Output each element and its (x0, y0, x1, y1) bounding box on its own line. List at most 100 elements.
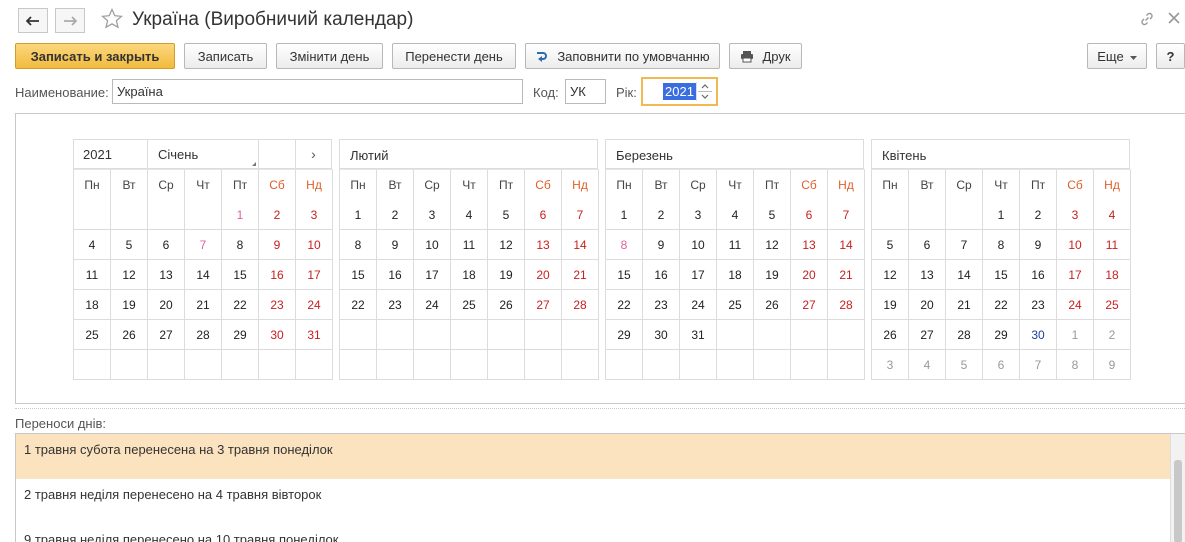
day-cell[interactable]: 3 (680, 200, 717, 230)
day-cell[interactable]: 5 (111, 230, 148, 260)
back-button[interactable] (18, 8, 48, 33)
day-cell[interactable]: 13 (148, 260, 185, 290)
day-cell[interactable]: 21 (946, 290, 983, 320)
favorite-star-icon[interactable] (101, 8, 123, 33)
day-cell[interactable]: 14 (828, 230, 865, 260)
day-cell[interactable]: 11 (1094, 230, 1131, 260)
day-cell[interactable]: 9 (259, 230, 296, 260)
save-and-close-button[interactable]: Записать и закрыть (15, 43, 175, 69)
day-cell[interactable]: 2 (377, 200, 414, 230)
day-cell[interactable]: 17 (296, 260, 333, 290)
day-cell[interactable]: 6 (148, 230, 185, 260)
day-cell[interactable]: 12 (754, 230, 791, 260)
day-cell[interactable]: 27 (525, 290, 562, 320)
day-cell[interactable]: 18 (451, 260, 488, 290)
change-day-button[interactable]: Змінити день (276, 43, 383, 69)
day-cell[interactable]: 23 (377, 290, 414, 320)
day-cell[interactable]: 29 (606, 320, 643, 350)
day-cell[interactable]: 19 (872, 290, 909, 320)
day-cell[interactable]: 17 (1057, 260, 1094, 290)
day-cell[interactable]: 12 (111, 260, 148, 290)
day-cell[interactable]: 1 (222, 200, 259, 230)
day-cell[interactable]: 26 (754, 290, 791, 320)
day-cell[interactable]: 15 (340, 260, 377, 290)
day-cell[interactable]: 30 (1020, 320, 1057, 350)
link-icon[interactable] (1139, 11, 1155, 30)
day-cell[interactable]: 15 (983, 260, 1020, 290)
day-cell[interactable]: 3 (1057, 200, 1094, 230)
day-cell[interactable]: 28 (562, 290, 599, 320)
day-cell[interactable]: 20 (525, 260, 562, 290)
day-cell[interactable]: 15 (222, 260, 259, 290)
day-cell[interactable]: 7 (1020, 350, 1057, 380)
day-cell[interactable]: 3 (296, 200, 333, 230)
day-cell[interactable]: 3 (872, 350, 909, 380)
day-cell[interactable]: 22 (606, 290, 643, 320)
day-cell[interactable]: 27 (148, 320, 185, 350)
day-cell[interactable]: 16 (377, 260, 414, 290)
day-cell[interactable]: 12 (488, 230, 525, 260)
day-cell[interactable]: 26 (872, 320, 909, 350)
day-cell[interactable]: 9 (1094, 350, 1131, 380)
day-cell[interactable]: 18 (1094, 260, 1131, 290)
day-cell[interactable]: 8 (340, 230, 377, 260)
day-cell[interactable]: 15 (606, 260, 643, 290)
name-field[interactable]: Україна (112, 79, 523, 104)
day-cell[interactable]: 9 (643, 230, 680, 260)
day-cell[interactable]: 7 (562, 200, 599, 230)
close-icon[interactable] (1167, 11, 1181, 28)
code-field[interactable]: УК (565, 79, 606, 104)
scrollbar-thumb[interactable] (1174, 460, 1182, 542)
day-cell[interactable]: 4 (909, 350, 946, 380)
day-cell[interactable]: 20 (909, 290, 946, 320)
day-cell[interactable]: 8 (983, 230, 1020, 260)
day-cell[interactable]: 25 (74, 320, 111, 350)
save-button[interactable]: Записать (184, 43, 267, 69)
day-cell[interactable]: 10 (296, 230, 333, 260)
day-cell[interactable]: 21 (185, 290, 222, 320)
day-cell[interactable]: 10 (680, 230, 717, 260)
day-cell[interactable]: 25 (1094, 290, 1131, 320)
day-cell[interactable]: 22 (340, 290, 377, 320)
day-cell[interactable]: 9 (377, 230, 414, 260)
day-cell[interactable]: 19 (754, 260, 791, 290)
day-cell[interactable]: 24 (296, 290, 333, 320)
day-cell[interactable]: 23 (643, 290, 680, 320)
day-cell[interactable]: 26 (111, 320, 148, 350)
day-cell[interactable]: 4 (717, 200, 754, 230)
day-cell[interactable]: 19 (111, 290, 148, 320)
day-cell[interactable]: 6 (791, 200, 828, 230)
day-cell[interactable]: 4 (1094, 200, 1131, 230)
day-cell[interactable]: 1 (340, 200, 377, 230)
day-cell[interactable]: 5 (754, 200, 791, 230)
day-cell[interactable]: 21 (828, 260, 865, 290)
day-cell[interactable]: 17 (680, 260, 717, 290)
day-cell[interactable]: 23 (259, 290, 296, 320)
day-cell[interactable]: 14 (946, 260, 983, 290)
day-cell[interactable]: 8 (222, 230, 259, 260)
day-cell[interactable]: 25 (717, 290, 754, 320)
month-selector[interactable]: Січень (148, 140, 259, 168)
day-cell[interactable]: 1 (606, 200, 643, 230)
day-cell[interactable]: 11 (74, 260, 111, 290)
day-cell[interactable]: 2 (643, 200, 680, 230)
day-cell[interactable]: 7 (828, 200, 865, 230)
day-cell[interactable]: 22 (983, 290, 1020, 320)
year-selector[interactable]: 2021 (74, 140, 148, 168)
day-cell[interactable]: 14 (185, 260, 222, 290)
forward-button[interactable] (55, 8, 85, 33)
day-cell[interactable]: 23 (1020, 290, 1057, 320)
day-cell[interactable]: 22 (222, 290, 259, 320)
day-cell[interactable]: 1 (983, 200, 1020, 230)
day-cell[interactable]: 26 (488, 290, 525, 320)
day-cell[interactable]: 4 (74, 230, 111, 260)
day-cell[interactable]: 24 (680, 290, 717, 320)
day-cell[interactable]: 10 (414, 230, 451, 260)
day-cell[interactable]: 30 (259, 320, 296, 350)
vertical-scrollbar[interactable] (1170, 434, 1185, 542)
print-button[interactable]: Друк (729, 43, 802, 69)
day-cell[interactable]: 20 (791, 260, 828, 290)
day-cell[interactable]: 12 (872, 260, 909, 290)
day-cell[interactable]: 4 (451, 200, 488, 230)
day-cell[interactable]: 17 (414, 260, 451, 290)
